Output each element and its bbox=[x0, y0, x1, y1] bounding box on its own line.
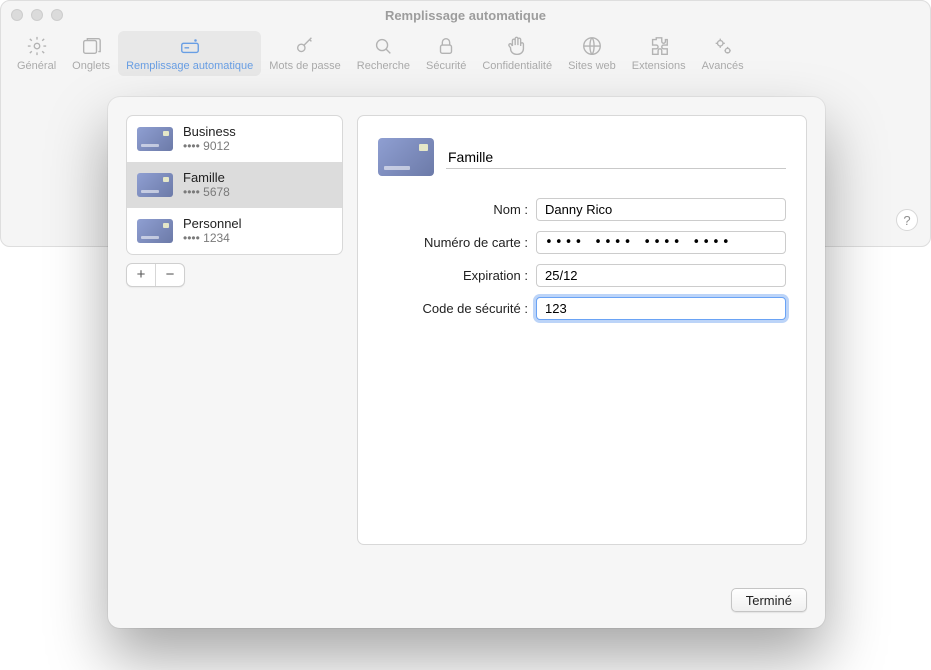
card-masked-number: •••• 9012 bbox=[183, 140, 236, 154]
add-remove-control: + − bbox=[126, 263, 185, 287]
card-list-item-personnel[interactable]: Personnel •••• 1234 bbox=[127, 208, 342, 254]
remove-card-button[interactable]: − bbox=[156, 264, 184, 286]
expiration-field[interactable] bbox=[536, 264, 786, 287]
credit-card-icon bbox=[378, 138, 434, 176]
credit-card-icon bbox=[137, 127, 173, 151]
credit-cards-sheet: Business •••• 9012 Famille •••• 5678 Per… bbox=[108, 97, 825, 628]
add-card-button[interactable]: + bbox=[127, 264, 155, 286]
card-list-item-business[interactable]: Business •••• 9012 bbox=[127, 116, 342, 162]
card-title: Personnel bbox=[183, 217, 242, 232]
cardholder-name-field[interactable] bbox=[536, 198, 786, 221]
expiration-label: Expiration : bbox=[378, 268, 528, 283]
security-code-label: Code de sécurité : bbox=[378, 301, 528, 316]
card-title: Business bbox=[183, 125, 236, 140]
card-detail-panel: Nom : Numéro de carte : Expiration : Cod… bbox=[357, 115, 807, 545]
done-button[interactable]: Terminé bbox=[731, 588, 807, 612]
cardholder-name-label: Nom : bbox=[378, 202, 528, 217]
card-title: Famille bbox=[183, 171, 230, 186]
credit-card-icon bbox=[137, 219, 173, 243]
card-list[interactable]: Business •••• 9012 Famille •••• 5678 Per… bbox=[126, 115, 343, 255]
card-masked-number: •••• 1234 bbox=[183, 232, 242, 246]
security-code-field[interactable] bbox=[536, 297, 786, 320]
card-description-field[interactable] bbox=[446, 145, 786, 169]
card-number-label: Numéro de carte : bbox=[378, 235, 528, 250]
card-masked-number: •••• 5678 bbox=[183, 186, 230, 200]
credit-card-icon bbox=[137, 173, 173, 197]
card-list-item-famille[interactable]: Famille •••• 5678 bbox=[127, 162, 342, 208]
card-number-field[interactable] bbox=[536, 231, 786, 254]
